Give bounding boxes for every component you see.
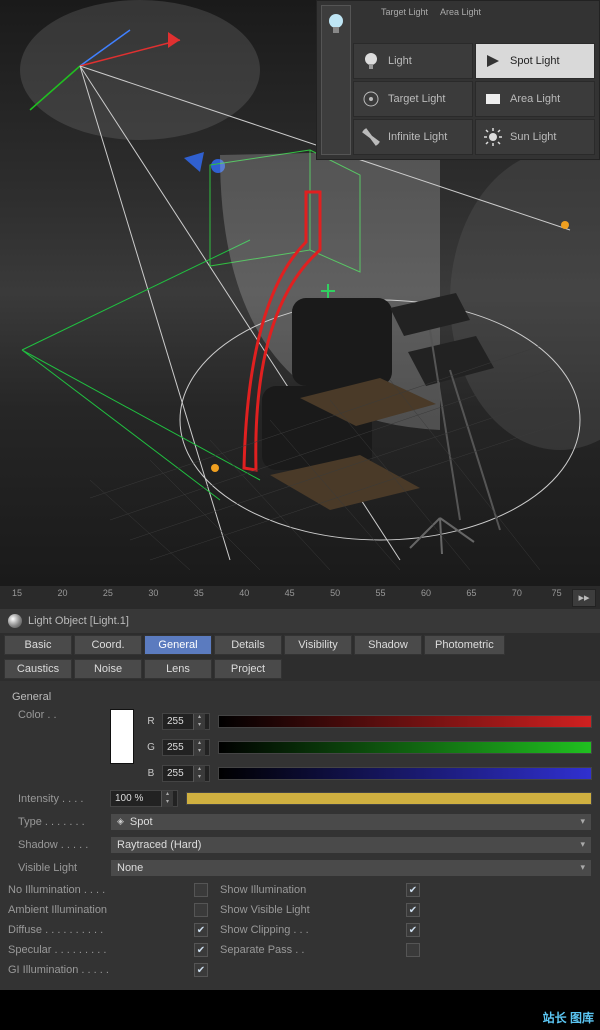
chk-show-clip-label: Show Clipping . . . — [220, 924, 406, 936]
target-icon — [360, 88, 382, 110]
color-label: Color . . — [8, 709, 106, 721]
watermark-bottom: 站长 图库 — [543, 1009, 594, 1026]
light-menu-mini-header: Target LightArea Light — [353, 5, 595, 19]
channel-g-slider[interactable] — [218, 741, 592, 754]
intensity-slider[interactable] — [186, 792, 592, 805]
infinite-icon — [360, 126, 382, 148]
area-icon — [482, 88, 504, 110]
tab-lens[interactable]: Lens — [144, 659, 212, 679]
tab-row-2: Caustics Noise Lens Project — [0, 657, 600, 681]
chk-no-illum[interactable] — [194, 883, 208, 897]
channel-b-slider[interactable] — [218, 767, 592, 780]
chk-show-visible[interactable]: ✔ — [406, 903, 420, 917]
light-type-menu: Target LightArea Light Light Spot Light … — [316, 0, 600, 160]
chk-show-illum-label: Show Illumination — [220, 884, 406, 896]
visible-light-dropdown[interactable]: None — [110, 859, 592, 877]
chk-ambient-label: Ambient Illumination — [8, 904, 194, 916]
tab-project[interactable]: Project — [214, 659, 282, 679]
attribute-manager-header: Light Object [Light.1] — [0, 609, 600, 633]
object-icon — [8, 614, 22, 628]
tab-details[interactable]: Details — [214, 635, 282, 655]
tab-visibility[interactable]: Visibility — [284, 635, 352, 655]
chk-specular-label: Specular . . . . . . . . . — [8, 944, 194, 956]
object-name: Light Object [Light.1] — [28, 615, 129, 627]
tab-photometric[interactable]: Photometric — [424, 635, 505, 655]
bulb-icon — [360, 50, 382, 72]
tab-row: Basic Coord. General Details Visibility … — [0, 633, 600, 657]
timeline-scale[interactable]: 15 20 25 30 35 40 45 50 55 60 65 70 75 — [0, 586, 568, 609]
chk-sep-pass-label: Separate Pass . . — [220, 944, 406, 956]
general-panel: General Color . . R 255▴▾ G 255▴▾ B 255▴… — [0, 681, 600, 990]
chk-gi[interactable]: ✔ — [194, 963, 208, 977]
chk-no-illum-label: No Illumination . . . . — [8, 884, 194, 896]
type-dropdown[interactable]: Spot — [110, 813, 592, 831]
chk-show-visible-label: Show Visible Light — [220, 904, 406, 916]
light-option-sun[interactable]: Sun Light — [475, 119, 595, 155]
light-option-light[interactable]: Light — [353, 43, 473, 79]
intensity-value[interactable]: 100 %▴▾ — [110, 790, 178, 807]
shadow-dropdown[interactable]: Raytraced (Hard) — [110, 836, 592, 854]
tab-caustics[interactable]: Caustics — [4, 659, 72, 679]
chk-diffuse[interactable]: ✔ — [194, 923, 208, 937]
chk-sep-pass[interactable] — [406, 943, 420, 957]
light-option-target[interactable]: Target Light — [353, 81, 473, 117]
visible-light-label: Visible Light — [8, 862, 106, 874]
tab-coord[interactable]: Coord. — [74, 635, 142, 655]
chk-specular[interactable]: ✔ — [194, 943, 208, 957]
channel-g-label: G — [144, 742, 158, 753]
channel-b-value[interactable]: 255▴▾ — [162, 765, 210, 782]
tab-basic[interactable]: Basic — [4, 635, 72, 655]
channel-r-slider[interactable] — [218, 715, 592, 728]
spot-icon — [482, 50, 504, 72]
intensity-label: Intensity . . . . — [8, 793, 106, 805]
sun-icon — [482, 126, 504, 148]
tab-noise[interactable]: Noise — [74, 659, 142, 679]
light-option-infinite[interactable]: Infinite Light — [353, 119, 473, 155]
chk-show-illum[interactable]: ✔ — [406, 883, 420, 897]
light-option-spot[interactable]: Spot Light — [475, 43, 595, 79]
channel-r-label: R — [144, 716, 158, 727]
channel-g-value[interactable]: 255▴▾ — [162, 739, 210, 756]
tab-general[interactable]: General — [144, 635, 212, 655]
light-tool-icon[interactable] — [321, 5, 351, 155]
viewport-3d[interactable]: 思缘设计论坛 · WWW.MISSYUAN.COM — [0, 0, 600, 585]
tab-shadow[interactable]: Shadow — [354, 635, 422, 655]
timeline[interactable]: 15 20 25 30 35 40 45 50 55 60 65 70 75 ▸… — [0, 585, 600, 609]
chk-gi-label: GI Illumination . . . . . — [8, 964, 194, 976]
section-title: General — [12, 691, 592, 703]
chk-ambient[interactable] — [194, 903, 208, 917]
channel-r-value[interactable]: 255▴▾ — [162, 713, 210, 730]
channel-b-label: B — [144, 768, 158, 779]
type-label: Type . . . . . . . — [8, 816, 106, 828]
color-swatch[interactable] — [110, 709, 134, 764]
timeline-next-btn[interactable]: ▸▸ — [572, 589, 596, 607]
chk-show-clip[interactable]: ✔ — [406, 923, 420, 937]
light-option-area[interactable]: Area Light — [475, 81, 595, 117]
chk-diffuse-label: Diffuse . . . . . . . . . . — [8, 924, 194, 936]
shadow-label: Shadow . . . . . — [8, 839, 106, 851]
